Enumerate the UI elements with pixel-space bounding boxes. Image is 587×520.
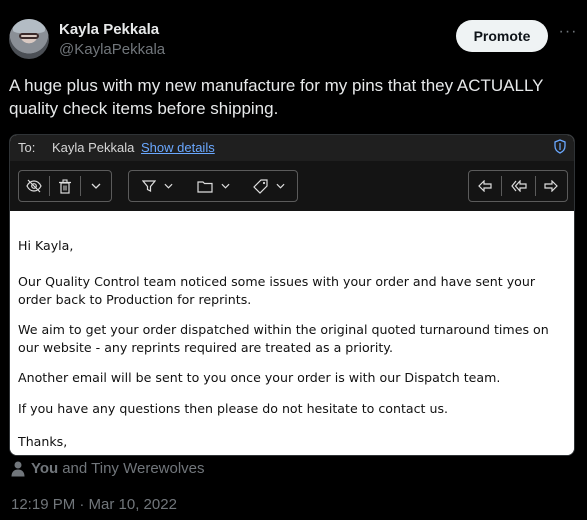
more-options-icon[interactable]: ··· xyxy=(557,24,579,45)
email-body: Hi Kayla, Our Quality Control team notic… xyxy=(10,211,574,455)
forward-icon[interactable] xyxy=(536,171,567,201)
avatar[interactable] xyxy=(9,19,49,59)
email-paragraph: If you have any questions then please do… xyxy=(18,401,449,416)
to-name: Kayla Pekkala xyxy=(52,140,135,155)
eye-slash-icon[interactable] xyxy=(19,171,49,201)
email-paragraph: We aim to get your order dispatched with… xyxy=(18,322,549,355)
tweet-header: Kayla Pekkala @KaylaPekkala Promote ··· xyxy=(9,17,579,61)
email-to-bar: To: Kayla Pekkala Show details xyxy=(10,135,574,161)
chevron-down-icon[interactable] xyxy=(81,171,111,201)
reply-all-icon[interactable] xyxy=(502,171,534,201)
person-icon xyxy=(11,461,25,476)
toolbar-group-organize xyxy=(128,170,298,202)
show-details-link[interactable]: Show details xyxy=(141,140,215,155)
likers-you[interactable]: You xyxy=(31,460,58,477)
toolbar-group-reply xyxy=(468,170,568,202)
email-toolbar xyxy=(10,161,574,211)
folder-icon[interactable] xyxy=(185,171,241,201)
avatar-hair xyxy=(13,19,45,33)
email-signoff: Thanks, xyxy=(18,434,68,449)
toolbar-group-actions xyxy=(18,170,112,202)
reply-icon[interactable] xyxy=(469,171,501,201)
tweet-text: A huge plus with my new manufacture for … xyxy=(9,76,544,118)
avatar-glasses xyxy=(19,33,39,39)
filter-icon[interactable] xyxy=(129,171,185,201)
author-handle[interactable]: @KaylaPekkala xyxy=(59,41,165,58)
to-label: To: xyxy=(18,140,36,155)
shield-icon[interactable] xyxy=(554,139,566,154)
liked-by[interactable]: You and Tiny Werewolves xyxy=(11,460,205,477)
email-paragraph: Another email will be sent to you once y… xyxy=(18,370,501,385)
email-greeting: Hi Kayla, xyxy=(18,238,74,253)
likers-rest[interactable]: and Tiny Werewolves xyxy=(62,460,204,477)
email-screenshot: To: Kayla Pekkala Show details Hi Kayla,… xyxy=(9,134,575,456)
trash-icon[interactable] xyxy=(50,171,81,201)
email-paragraph: Our Quality Control team noticed some is… xyxy=(18,274,536,307)
tag-icon[interactable] xyxy=(241,171,297,201)
tweet-timestamp[interactable]: 12:19 PM · Mar 10, 2022 xyxy=(11,496,177,513)
author-name[interactable]: Kayla Pekkala xyxy=(59,21,159,38)
promote-button[interactable]: Promote xyxy=(456,20,548,52)
